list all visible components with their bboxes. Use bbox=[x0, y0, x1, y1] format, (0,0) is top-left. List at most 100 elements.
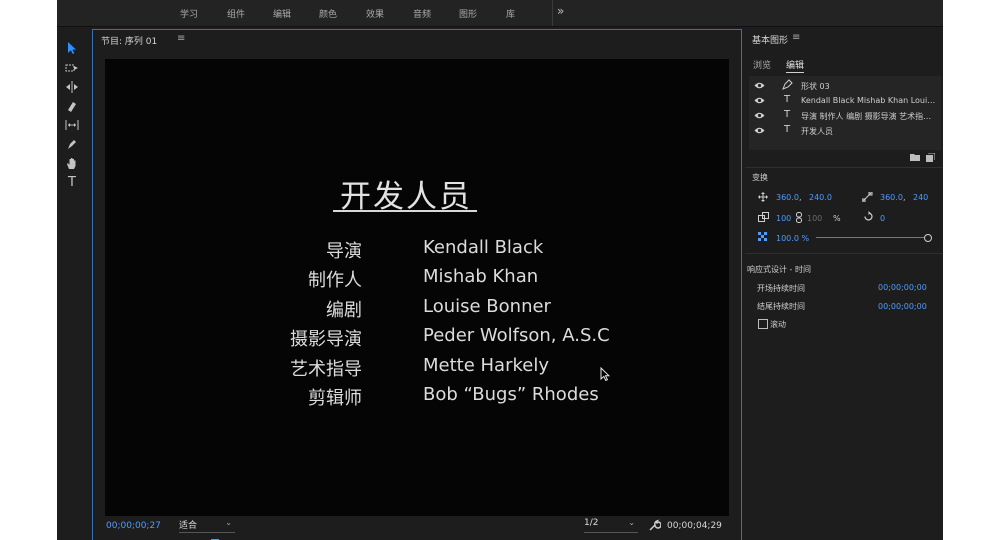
layer-name: 开发人员 bbox=[801, 127, 833, 136]
type-tool-icon[interactable]: T bbox=[64, 174, 80, 190]
program-monitor-controls: 00;00;00;27 适合 ⌄ 1/2 ⌄ 00;00;04;29 bbox=[93, 516, 741, 540]
zoom-level-value: 适合 bbox=[179, 521, 198, 531]
rotation-value[interactable]: 0 bbox=[880, 214, 885, 223]
workspace-divider bbox=[552, 0, 553, 26]
credit-name: Bob “Bugs” Rhodes bbox=[423, 384, 599, 405]
layer-row[interactable]: T Kendall Black Mishab Khan Louise Bonne… bbox=[749, 94, 941, 108]
anchor-x-value[interactable]: 360.0 bbox=[880, 193, 903, 202]
rotation-icon bbox=[864, 211, 873, 221]
eye-icon[interactable] bbox=[754, 125, 765, 136]
opacity-icon bbox=[758, 232, 767, 241]
workspace-tab-assembly[interactable]: 组件 bbox=[227, 7, 245, 20]
opacity-slider-handle[interactable] bbox=[924, 234, 932, 242]
intro-duration-label: 开场持续时间 bbox=[757, 284, 805, 293]
opacity-slider-track[interactable] bbox=[816, 237, 926, 238]
layer-name: Kendall Black Mishab Khan Louise Bonner … bbox=[801, 96, 937, 105]
move-position-icon bbox=[758, 192, 768, 202]
divider bbox=[745, 253, 943, 254]
workspace-tab-audio[interactable]: 音频 bbox=[413, 7, 431, 20]
sequence-duration-timecode: 00;00;04;29 bbox=[667, 521, 722, 531]
track-select-tool-icon[interactable] bbox=[64, 60, 80, 76]
playback-resolution-value: 1/2 bbox=[584, 518, 599, 528]
playhead-timecode[interactable]: 00;00;00;27 bbox=[106, 521, 161, 531]
credit-name: Mishab Khan bbox=[423, 266, 539, 287]
selection-tool-icon[interactable] bbox=[64, 40, 80, 56]
essential-graphics-title[interactable]: 基本图形 bbox=[752, 33, 788, 46]
link-icon[interactable] bbox=[796, 212, 802, 223]
anchor-point-icon bbox=[862, 192, 873, 202]
workspace-bar: 学习 组件 编辑 颜色 效果 音频 图形 库 » bbox=[57, 0, 943, 27]
zoom-level-select[interactable]: 适合 ⌄ bbox=[179, 518, 235, 533]
workspace-tab-graphics[interactable]: 图形 bbox=[459, 7, 477, 20]
credit-role: 艺术指导 bbox=[290, 359, 362, 380]
divider bbox=[745, 167, 943, 168]
comma-separator: , bbox=[799, 193, 802, 202]
tools-panel: T bbox=[57, 34, 87, 540]
transform-section-label: 变换 bbox=[752, 173, 768, 182]
workspace-tab-editing[interactable]: 编辑 bbox=[273, 7, 291, 20]
workspace-tab-effects[interactable]: 效果 bbox=[366, 7, 384, 20]
hand-tool-icon[interactable] bbox=[64, 155, 80, 171]
new-layer-icon[interactable] bbox=[926, 153, 935, 162]
layer-row[interactable]: T 开发人员 bbox=[749, 124, 941, 138]
credit-name: Mette Harkely bbox=[423, 355, 549, 376]
slip-tool-icon[interactable] bbox=[64, 117, 80, 133]
responsive-design-label: 响应式设计 - 时间 bbox=[747, 265, 811, 274]
workspace-tab-learn[interactable]: 学习 bbox=[180, 7, 198, 20]
tab-edit[interactable]: 编辑 bbox=[786, 58, 805, 73]
credit-name: Peder Wolfson, A.S.C bbox=[423, 325, 610, 346]
wrench-icon[interactable] bbox=[649, 519, 661, 531]
eye-icon[interactable] bbox=[754, 80, 765, 91]
panel-menu-icon[interactable]: ≡ bbox=[177, 33, 185, 44]
workspaces-overflow-button[interactable]: » bbox=[557, 4, 564, 18]
eye-icon[interactable] bbox=[754, 95, 765, 106]
opacity-value[interactable]: 100.0 % bbox=[776, 234, 809, 243]
scale-icon bbox=[758, 212, 769, 222]
layer-list: 形状 03 T Kendall Black Mishab Khan Louise… bbox=[749, 76, 941, 150]
layer-row[interactable]: T 导演 制作人 编剧 摄影导演 艺术指导 剪辑师 bbox=[749, 109, 941, 123]
credit-role: 剪辑师 bbox=[308, 388, 362, 409]
text-icon: T bbox=[783, 94, 791, 105]
position-y-value[interactable]: 240.0 bbox=[809, 193, 832, 202]
layer-row[interactable]: 形状 03 bbox=[749, 79, 941, 93]
tab-browse[interactable]: 浏览 bbox=[753, 58, 771, 71]
roll-label: 滚动 bbox=[770, 320, 786, 329]
panel-menu-icon[interactable]: ≡ bbox=[792, 32, 800, 43]
position-x-value[interactable]: 360.0 bbox=[776, 193, 799, 202]
percent-unit: % bbox=[833, 214, 841, 223]
scale-linked-value: 100 bbox=[807, 214, 823, 223]
workspace-tab-libraries[interactable]: 库 bbox=[506, 7, 515, 20]
ripple-edit-tool-icon[interactable] bbox=[64, 79, 80, 95]
text-icon: T bbox=[783, 109, 791, 120]
pen-tool-icon[interactable] bbox=[64, 136, 80, 152]
credit-name: Louise Bonner bbox=[423, 296, 551, 317]
folder-icon[interactable] bbox=[910, 153, 920, 161]
intro-duration-value[interactable]: 00;00;00;00 bbox=[878, 283, 927, 292]
credit-role: 导演 bbox=[326, 241, 362, 262]
layer-name: 导演 制作人 编剧 摄影导演 艺术指导 剪辑师 bbox=[801, 112, 937, 121]
credit-name: Kendall Black bbox=[423, 237, 544, 258]
program-monitor-panel: 节目: 序列 01 ≡ 开发人员 导演 Kendall Black 制作人 Mi… bbox=[92, 29, 742, 540]
credit-role: 摄影导演 bbox=[290, 329, 362, 350]
mouse-cursor-icon bbox=[600, 366, 611, 385]
outro-duration-label: 结尾持续时间 bbox=[757, 302, 805, 311]
scale-value[interactable]: 100 bbox=[776, 214, 791, 223]
playback-resolution-select[interactable]: 1/2 ⌄ bbox=[584, 518, 638, 533]
program-video-frame[interactable]: 开发人员 导演 Kendall Black 制作人 Mishab Khan 编剧… bbox=[105, 59, 729, 516]
razor-tool-icon[interactable] bbox=[64, 98, 80, 114]
credits-title-underline bbox=[333, 210, 477, 212]
workspace-tab-color[interactable]: 颜色 bbox=[319, 7, 337, 20]
chevron-down-icon: ⌄ bbox=[225, 518, 232, 527]
credit-role: 编剧 bbox=[326, 300, 362, 321]
essential-graphics-panel: 基本图形 ≡ 浏览 编辑 形状 03 T Kendall Black Misha… bbox=[745, 29, 943, 540]
layer-name: 形状 03 bbox=[801, 82, 830, 91]
roll-checkbox[interactable] bbox=[758, 319, 768, 329]
program-monitor-title[interactable]: 节目: 序列 01 bbox=[101, 34, 157, 47]
credit-role: 制作人 bbox=[308, 270, 362, 291]
text-icon: T bbox=[783, 124, 791, 135]
eye-icon[interactable] bbox=[754, 110, 765, 121]
anchor-y-value[interactable]: 240 bbox=[913, 193, 928, 202]
premiere-window: 学习 组件 编辑 颜色 效果 音频 图形 库 » T 节目: 序列 01 ≡ 开… bbox=[57, 0, 943, 540]
comma-separator: , bbox=[903, 193, 906, 202]
outro-duration-value[interactable]: 00;00;00;00 bbox=[878, 302, 927, 311]
